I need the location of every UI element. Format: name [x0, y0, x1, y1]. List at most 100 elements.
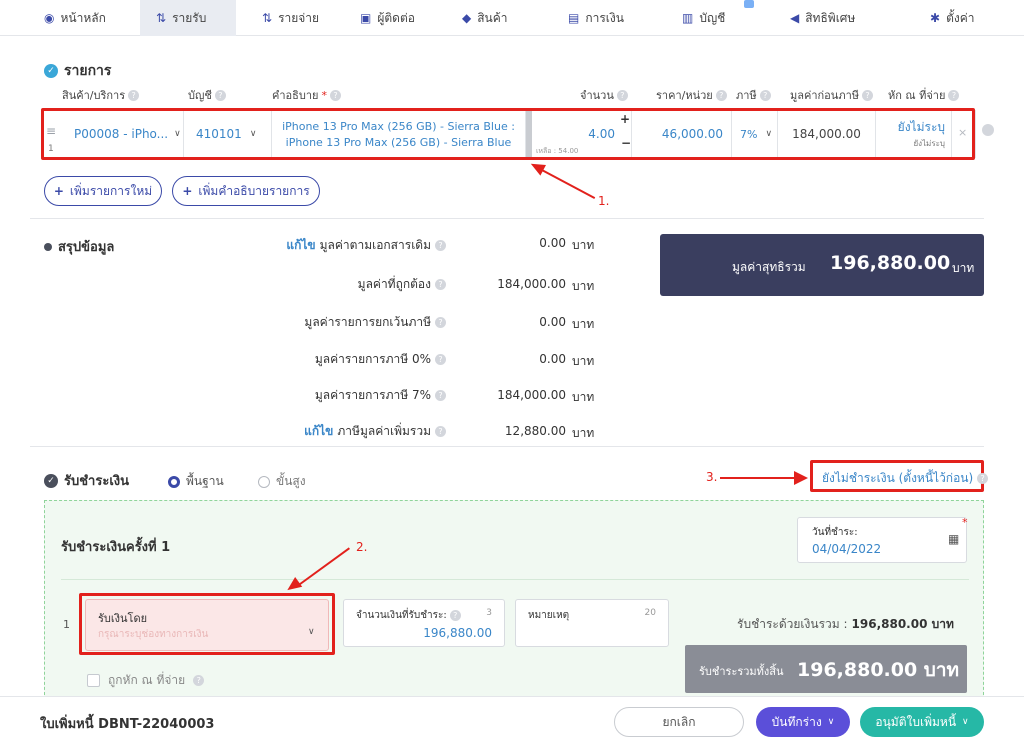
plus-icon: + — [53, 184, 64, 198]
nav-finance[interactable]: ▤ การเงิน — [568, 0, 624, 36]
arrowhead-icon — [528, 158, 546, 176]
nav-accounting[interactable]: ▥ บัญชี — [682, 0, 754, 36]
divider — [61, 579, 969, 580]
header-pre-tax: มูลค่าก่อนภาษี? — [790, 86, 873, 104]
help-icon: ? — [435, 390, 446, 401]
header-tax: ภาษี? — [736, 86, 771, 104]
approve-button[interactable]: อนุมัติใบเพิ่มหนี้ ∨ — [860, 707, 984, 737]
unpaid-link[interactable]: ยังไม่ชำระเงิน (ตั้งหนี้ไว้ก่อน)? — [822, 469, 989, 488]
help-icon: ? — [329, 89, 341, 101]
check-circle-icon: ✓ — [44, 64, 58, 78]
check-circle-icon: ✓ — [44, 473, 58, 488]
nav-home[interactable]: ◉ หน้าหลัก — [44, 0, 106, 36]
summary-value: 0.00 — [539, 315, 566, 329]
edit-link[interactable]: แก้ไข — [304, 422, 333, 441]
summary-row: แก้ไข ภาษีมูลค่าเพิ่มรวม? — [304, 422, 446, 441]
summary-table: แก้ไข มูลค่าตามเอกสารเดิม? 0.00 บาท มูลค… — [200, 236, 600, 446]
payment-note-field[interactable]: หมายเหตุ 20 — [515, 599, 669, 647]
nav-privileges[interactable]: ◀ สิทธิพิเศษ — [790, 0, 855, 36]
nav-products[interactable]: ◆ สินค้า — [462, 0, 508, 36]
summary-row: มูลค่ารายการภาษี 0%? — [315, 350, 446, 369]
contact-icon: ▣ — [360, 11, 372, 25]
money-icon: ▤ — [568, 11, 580, 25]
summary-unit: บาท — [572, 317, 595, 331]
help-icon: ? — [435, 279, 446, 290]
summary-title: สรุปข้อมูล — [44, 236, 114, 257]
summary-row: มูลค่ารายการยกเว้นภาษี? — [304, 313, 446, 332]
summary-value: 0.00 — [539, 352, 566, 366]
cancel-button[interactable]: ยกเลิก — [614, 707, 744, 737]
summary-row: มูลค่ารายการภาษี 7%? — [315, 386, 446, 405]
edit-link[interactable]: แก้ไข — [286, 236, 315, 255]
annotation-label-1: 1. — [598, 194, 610, 208]
nav-contacts[interactable]: ▣ ผู้ติดต่อ — [360, 0, 415, 36]
summary-unit: บาท — [572, 279, 595, 293]
help-icon: ? — [435, 426, 446, 437]
gear-icon: ✱ — [930, 11, 941, 25]
summary-unit: บาท — [572, 238, 595, 252]
required-marker: * — [962, 516, 968, 529]
expense-icon: ⇅ — [262, 11, 273, 25]
summary-unit: บาท — [572, 354, 595, 368]
header-description: คำอธิบาย *? — [272, 86, 341, 104]
help-icon: ? — [948, 89, 960, 101]
summary-value: 184,000.00 — [497, 277, 566, 291]
radio-empty-icon — [258, 475, 270, 488]
add-item-button[interactable]: + เพิ่มรายการใหม่ — [44, 176, 162, 206]
payment-round-title: รับชำระเงินครั้งที่ 1 — [61, 540, 171, 555]
help-icon: ? — [715, 89, 727, 101]
nav-income[interactable]: ⇅ รายรับ — [140, 0, 236, 36]
annotation-arrow-3 — [720, 477, 798, 479]
help-icon: ? — [977, 473, 989, 484]
withheld-checkbox[interactable]: ถูกหัก ณ ที่จ่าย ? — [87, 671, 205, 690]
nav-settings[interactable]: ✱ ตั้งค่า — [930, 0, 974, 36]
header-account: บัญชี? — [188, 86, 226, 104]
summary-value: 12,880.00 — [504, 424, 566, 438]
payment-date-field[interactable]: วันที่ชำระ: 04/04/2022 ▦ * — [797, 516, 968, 563]
income-icon: ⇅ — [156, 11, 167, 25]
help-icon: ? — [759, 89, 771, 101]
help-icon: ? — [214, 89, 226, 101]
grand-total-value: 196,880.00 บาท — [797, 659, 960, 681]
header-unit-price: ราคา/หน่วย? — [656, 86, 727, 104]
net-total-value: 196,880.00 — [830, 252, 951, 274]
summary-unit: บาท — [572, 390, 595, 404]
chevron-down-icon: ∨ — [962, 717, 969, 727]
summary-value: 184,000.00 — [497, 388, 566, 402]
help-icon: ? — [435, 317, 446, 328]
accounting-icon: ▥ — [682, 11, 694, 25]
payment-amount-field[interactable]: จำนวนเงินที่รับชำระ:? 3 196,880.00 — [343, 599, 505, 647]
payment-total-line: รับชำระด้วยเงินรวม : 196,880.00 บาท — [737, 617, 954, 631]
nav-expense[interactable]: ⇅ รายจ่าย — [262, 0, 319, 36]
summary-row: แก้ไข มูลค่าตามเอกสารเดิม? — [286, 236, 446, 255]
annotation-label-3: 3. — [706, 470, 718, 484]
annotation-arrow-1 — [539, 168, 596, 199]
copy-row-icon[interactable] — [982, 124, 994, 136]
add-description-button[interactable]: + เพิ่มคำอธิบายรายการ — [172, 176, 320, 206]
grand-total-panel: รับชำระรวมทั้งสิ้น 196,880.00 บาท — [685, 645, 967, 693]
payment-row-index: 1 — [63, 618, 70, 631]
payment-panel: รับชำระเงินครั้งที่ 1 วันที่ชำระ: 04/04/… — [44, 500, 984, 700]
home-icon: ◉ — [44, 11, 55, 25]
radio-selected-icon — [168, 475, 180, 488]
header-quantity: จำนวน? — [580, 86, 628, 104]
help-icon: ? — [193, 675, 205, 686]
divider — [30, 218, 984, 219]
calendar-icon[interactable]: ▦ — [948, 532, 959, 546]
divider — [30, 446, 984, 447]
arrowhead-icon — [794, 471, 808, 485]
mode-advanced-radio[interactable]: ขั้นสูง — [258, 472, 306, 491]
help-icon: ? — [128, 89, 140, 101]
plus-icon: + — [182, 184, 193, 198]
notification-badge — [744, 0, 754, 8]
mode-basic-radio[interactable]: พื้นฐาน — [168, 472, 224, 491]
summary-row: มูลค่าที่ถูกต้อง? — [358, 275, 446, 294]
annotation-box-1 — [41, 108, 975, 160]
annotation-label-2: 2. — [356, 540, 368, 554]
save-draft-button[interactable]: บันทึกร่าง ∨ — [756, 707, 850, 737]
product-icon: ◆ — [462, 11, 472, 25]
net-total-panel: มูลค่าสุทธิรวม 196,880.00 บาท — [660, 234, 984, 296]
document-title: ใบเพิ่มหนี้ DBNT-22040003 — [40, 717, 215, 732]
annotation-box-2 — [79, 593, 335, 655]
megaphone-icon: ◀ — [790, 11, 800, 25]
